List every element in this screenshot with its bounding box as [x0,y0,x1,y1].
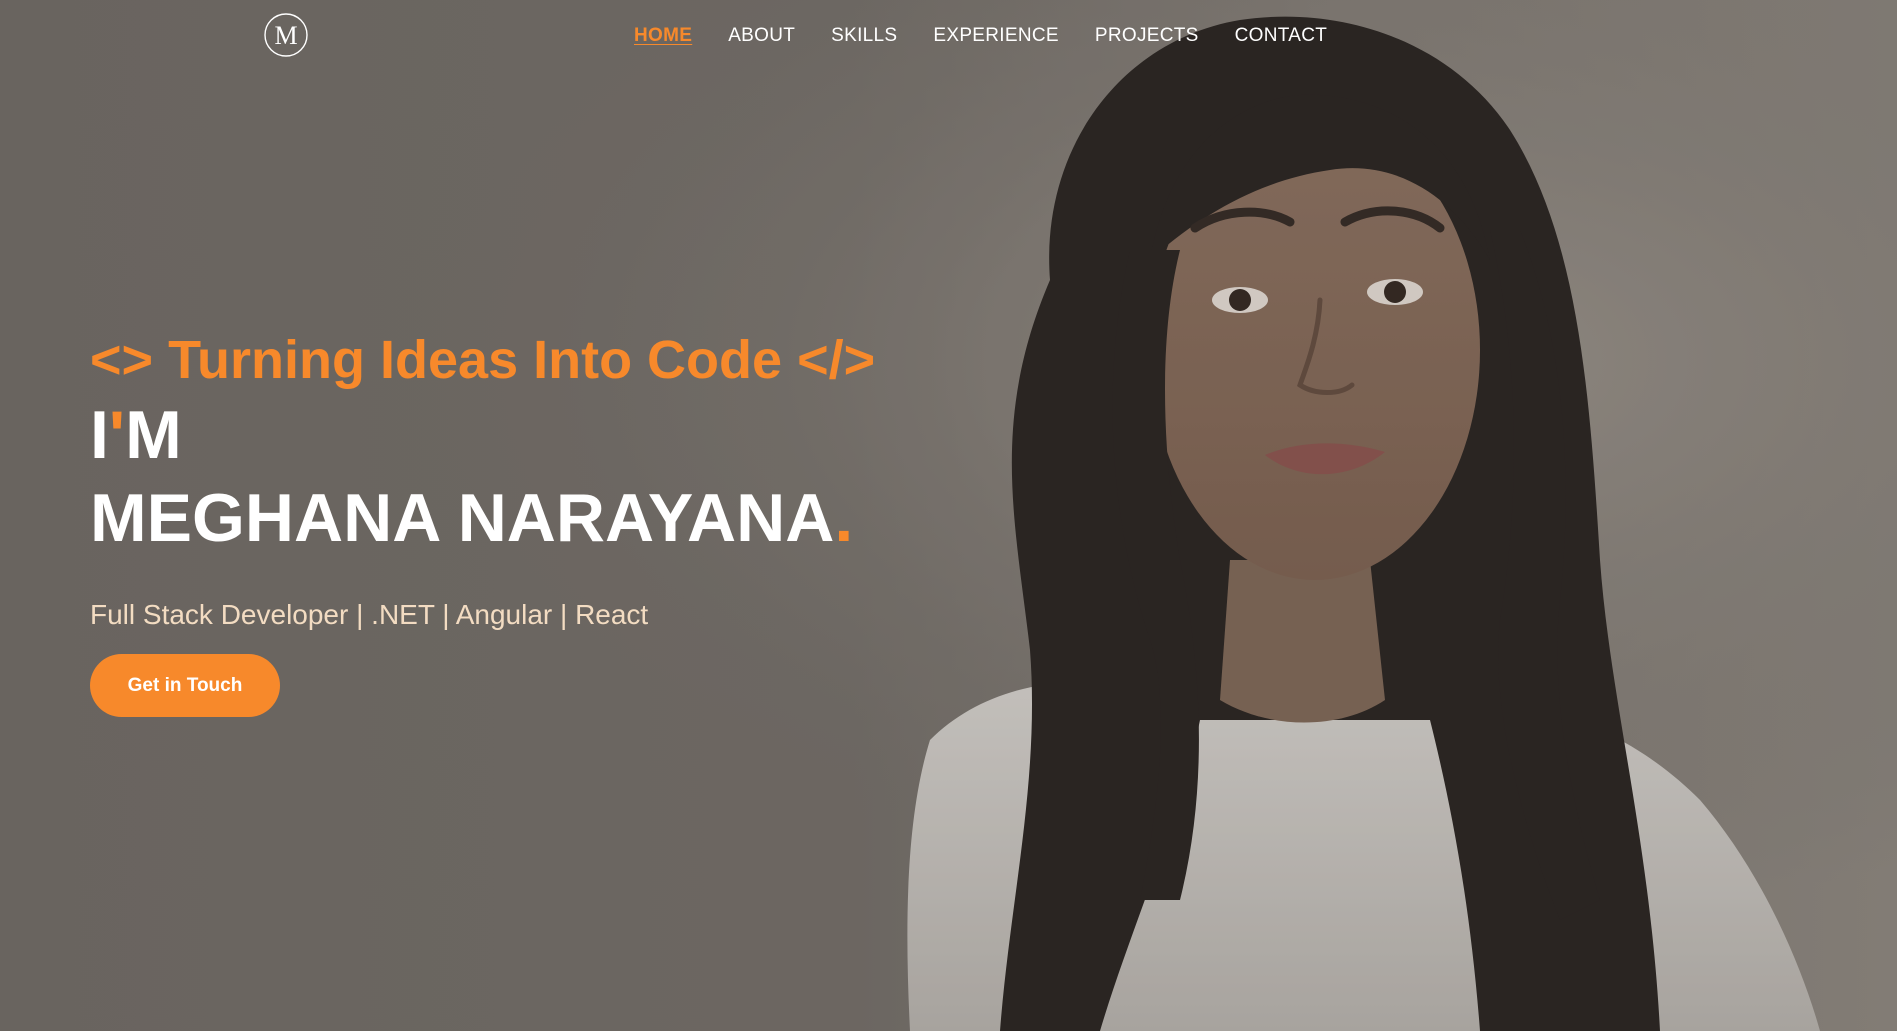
hero-tagline: <> Turning Ideas Into Code </> [90,330,876,390]
hero-name-text: MEGHANA NARAYANA [90,480,835,556]
nav-skills-link[interactable]: SKILLS [831,22,897,50]
hero-greeting: I'M [90,395,1070,475]
nav-home-link[interactable]: HOME [634,22,692,50]
greeting-i: I [90,397,109,473]
main-nav: HOME ABOUT SKILLS EXPERIENCE PROJECTS CO… [634,22,1363,50]
greeting-apostrophe: ' [108,397,126,473]
nav-about-link[interactable]: ABOUT [728,22,795,50]
hero-section: <> Turning Ideas Into Code </> I'M MEGHA… [90,325,1070,635]
logo-icon[interactable]: M [263,12,309,58]
hero-name-dot: . [834,480,854,556]
nav-contact-link[interactable]: CONTACT [1235,22,1328,50]
logo-letter: M [274,21,297,50]
greeting-m: M [125,397,182,473]
nav-experience-link[interactable]: EXPERIENCE [933,22,1058,50]
hero-name: MEGHANA NARAYANA. [90,475,1070,561]
hero-page: M HOME ABOUT SKILLS EXPERIENCE PROJECTS … [0,0,1897,1031]
hero-subtitle: Full Stack Developer | .NET | Angular | … [90,599,649,630]
nav-projects-link[interactable]: PROJECTS [1095,22,1199,50]
get-in-touch-button[interactable]: Get in Touch [90,654,280,717]
